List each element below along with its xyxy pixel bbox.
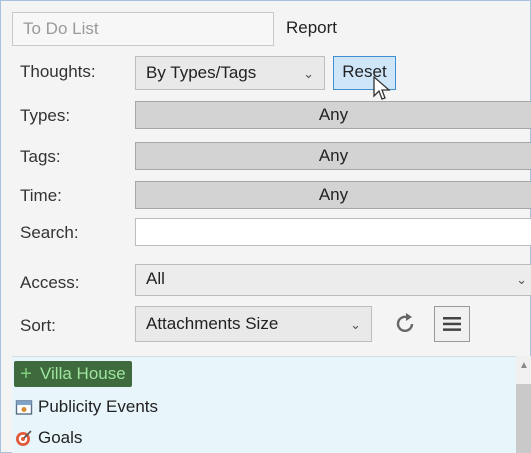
list-item[interactable]: Goals xyxy=(14,425,82,451)
mouse-pointer-icon xyxy=(373,76,391,100)
tab-report[interactable]: Report xyxy=(286,12,337,46)
types-selector[interactable]: Any xyxy=(135,101,531,129)
access-label: Access: xyxy=(20,273,80,292)
list-scrollbar-thumb[interactable] xyxy=(516,384,531,453)
thoughts-label: Thoughts: xyxy=(20,62,96,81)
search-input[interactable] xyxy=(135,218,531,246)
thoughts-dropdown-value: By Types/Tags xyxy=(146,63,257,82)
target-icon xyxy=(14,429,34,447)
time-label: Time: xyxy=(20,186,62,205)
refresh-icon xyxy=(396,313,414,333)
chevron-down-icon: ⌄ xyxy=(350,317,361,332)
search-label: Search: xyxy=(20,223,79,242)
types-label: Types: xyxy=(20,106,71,125)
sort-dropdown[interactable]: Attachments Size ⌄ xyxy=(135,306,372,342)
refresh-button[interactable] xyxy=(388,306,422,342)
access-dropdown-value: All xyxy=(146,269,165,288)
plus-icon: + xyxy=(20,362,32,385)
list-item[interactable]: Publicity Events xyxy=(14,394,158,420)
calendar-icon xyxy=(14,398,34,416)
list-item-label: Publicity Events xyxy=(38,397,158,416)
thoughts-dropdown[interactable]: By Types/Tags ⌄ xyxy=(135,56,325,90)
list-item-label: Goals xyxy=(38,428,83,447)
sort-dropdown-value: Attachments Size xyxy=(146,314,279,333)
chevron-down-icon: ⌄ xyxy=(516,272,527,287)
hamburger-menu-icon xyxy=(443,317,461,331)
scroll-up-arrow-icon[interactable]: ▲ xyxy=(519,360,529,371)
sort-label: Sort: xyxy=(20,316,56,335)
tab-todo-list[interactable]: To Do List xyxy=(12,12,274,46)
list-item-label: Villa House xyxy=(40,364,126,383)
list-options-button[interactable] xyxy=(434,306,470,342)
chevron-down-icon: ⌄ xyxy=(303,66,314,81)
tags-label: Tags: xyxy=(20,147,61,166)
time-selector[interactable]: Any xyxy=(135,181,531,209)
tags-selector[interactable]: Any xyxy=(135,142,531,170)
list-item[interactable]: + Villa House xyxy=(14,361,132,387)
access-dropdown[interactable]: All ⌄ xyxy=(135,264,531,296)
